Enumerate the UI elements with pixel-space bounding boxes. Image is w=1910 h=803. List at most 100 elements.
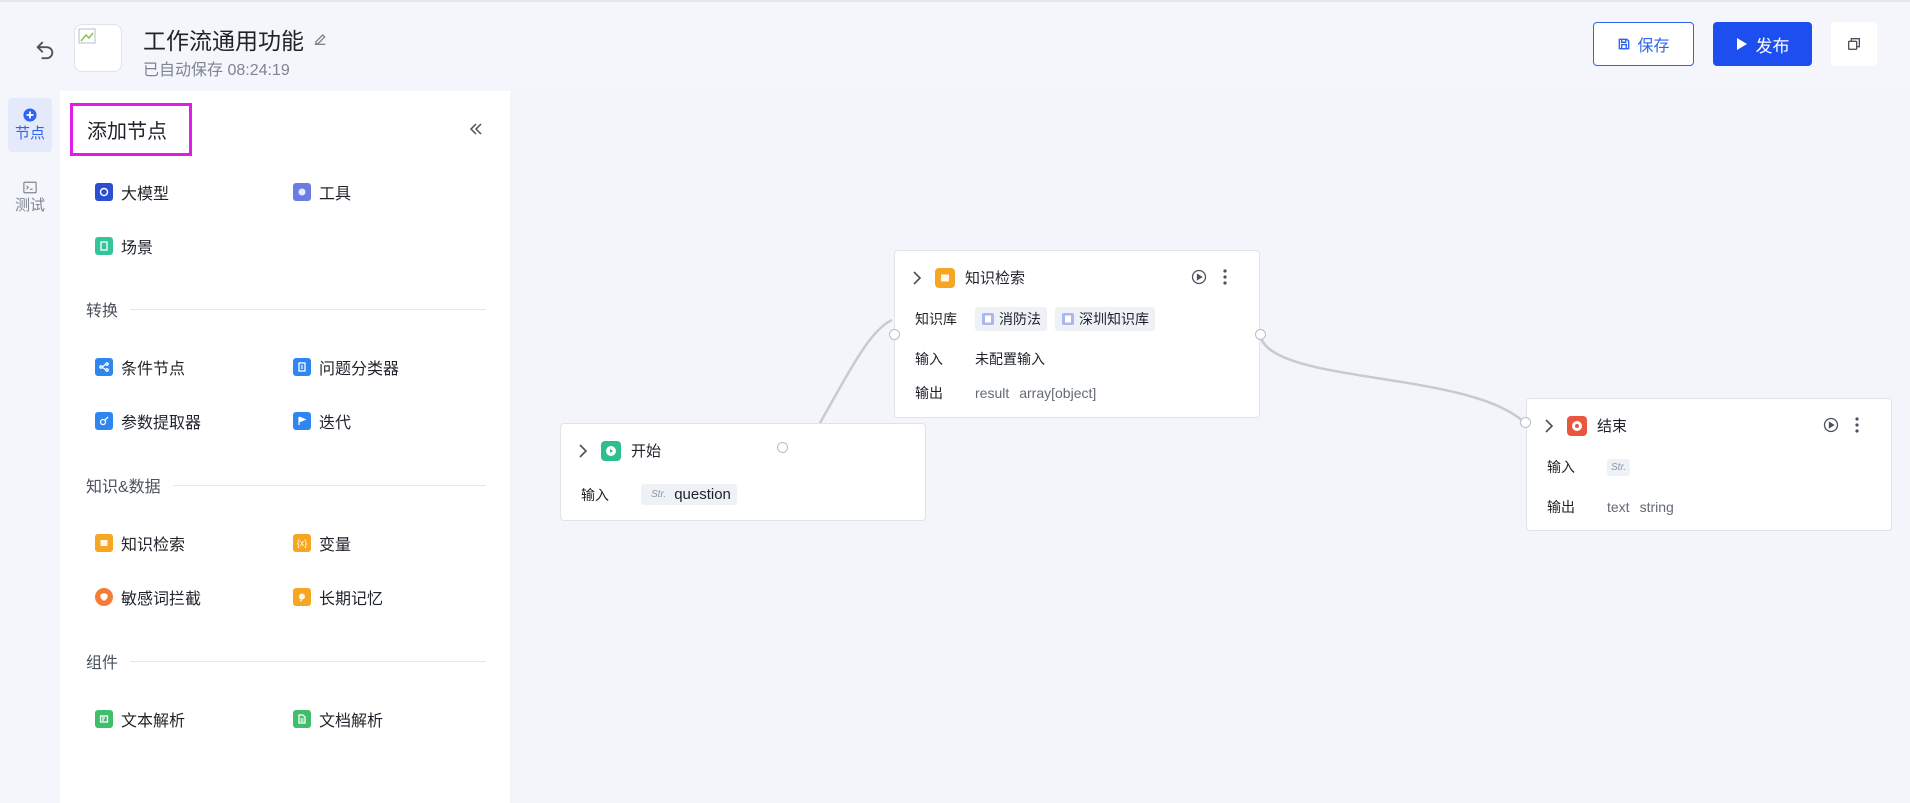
node-item-doc-parse[interactable]: 文档解析 <box>293 705 383 733</box>
node-item-label: 大模型 <box>121 186 170 203</box>
node-item-sensitive-words[interactable]: 敏感词拦截 <box>95 583 201 611</box>
start-output-port[interactable] <box>777 442 788 453</box>
output-type: string <box>1639 499 1674 515</box>
app-title: 工作流通用功能 <box>143 22 328 56</box>
type-badge: Str. <box>647 486 671 503</box>
node-header: 开始 <box>575 440 661 461</box>
kb-tag-label: 消防法 <box>999 311 1041 327</box>
copy-button[interactable] <box>1831 22 1877 66</box>
section-title-components: 组件 <box>86 649 486 673</box>
publish-button[interactable]: 发布 <box>1713 22 1812 66</box>
node-item-scene[interactable]: 场景 <box>95 232 153 260</box>
node-title: 开始 <box>631 443 662 460</box>
node-input-row: 输入 Str. <box>1547 457 1631 477</box>
broken-image-icon <box>78 28 96 44</box>
node-item-classifier[interactable]: 问题分类器 <box>293 353 399 381</box>
node-item-label: 问题分类器 <box>319 361 400 378</box>
collapse-panel-button[interactable] <box>464 117 488 141</box>
app-title-text: 工作流通用功能 <box>143 28 304 54</box>
node-item-label: 长期记忆 <box>319 591 384 608</box>
input-value: 未配置输入 <box>975 351 1045 367</box>
node-item-iteration[interactable]: 迭代 <box>293 407 351 435</box>
app-avatar[interactable] <box>74 24 122 72</box>
node-item-label: 条件节点 <box>121 361 186 378</box>
node-item-label: 知识检索 <box>121 537 186 554</box>
node-item-tool[interactable]: 工具 <box>293 178 351 206</box>
extractor-icon <box>95 412 113 430</box>
floppy-disk-icon <box>1619 38 1630 50</box>
text-parse-icon <box>95 710 113 728</box>
node-item-extractor[interactable]: 参数提取器 <box>95 407 201 435</box>
output-label: 输出 <box>915 385 943 401</box>
node-end[interactable]: 结束 输入 Str. 输出 text string <box>1526 398 1892 531</box>
node-item-text-parse[interactable]: 文本解析 <box>95 705 185 733</box>
section-title-text: 知识&数据 <box>86 479 161 496</box>
node-input-row: 输入 未配置输入 <box>915 349 1045 369</box>
node-output-row: 输出 result array[object] <box>915 383 1096 403</box>
rail-item-test-label: 测试 <box>14 197 45 214</box>
node-item-condition[interactable]: 条件节点 <box>95 353 185 381</box>
copy-icon <box>1848 38 1860 50</box>
node-item-llm[interactable]: 大模型 <box>95 178 169 206</box>
double-chevron-left-icon <box>469 123 482 135</box>
autosave-status: 已自动保存 08:24:19 <box>143 62 290 79</box>
node-item-label: 文本解析 <box>121 713 186 730</box>
node-kb-row: 知识库 消防法 深圳知识库 <box>915 307 1163 331</box>
node-item-label: 变量 <box>319 537 352 554</box>
knowledge-output-port[interactable] <box>1255 329 1266 340</box>
memory-icon <box>293 588 311 606</box>
node-title: 知识检索 <box>965 270 1026 287</box>
section-title-text: 组件 <box>86 655 119 672</box>
node-item-label: 参数提取器 <box>121 415 202 432</box>
kb-tag[interactable]: 消防法 <box>975 307 1047 331</box>
rail-item-nodes-label: 节点 <box>14 124 45 142</box>
section-divider <box>130 308 486 310</box>
expand-chevron-icon[interactable] <box>909 270 925 286</box>
edit-pencil-icon[interactable] <box>312 31 328 47</box>
input-label: 输入 <box>1547 459 1575 475</box>
panel-title: 添加节点 <box>70 103 192 156</box>
add-node-panel: 添加节点 大模型 工具 场景 转换 条件节点 问题分类器 参数提取器 迭代 知识… <box>60 91 510 803</box>
node-actions <box>1191 269 1227 285</box>
rail-item-test[interactable]: 测试 <box>8 171 52 225</box>
node-actions <box>1823 417 1859 433</box>
rail-item-nodes[interactable]: 节点 <box>8 98 52 152</box>
knowledge-input-port[interactable] <box>889 329 900 340</box>
output-label: 输出 <box>1547 499 1575 515</box>
node-item-label: 工具 <box>319 186 352 203</box>
input-label: 输入 <box>581 486 609 503</box>
back-button[interactable] <box>32 36 58 62</box>
flag-icon <box>293 412 311 430</box>
node-item-knowledge-retrieval[interactable]: 知识检索 <box>95 529 185 557</box>
node-knowledge-retrieval[interactable]: 知识检索 知识库 消防法 深圳知识库 输入 未配置输入 输出 result ar… <box>894 250 1260 418</box>
expand-chevron-icon[interactable] <box>1541 418 1557 434</box>
save-button[interactable]: 保存 <box>1593 22 1694 66</box>
input-variable-tag[interactable]: Str. question <box>641 484 737 505</box>
more-vertical-icon[interactable] <box>1855 417 1859 433</box>
node-item-variable[interactable]: {x} 变量 <box>293 529 351 557</box>
section-divider <box>130 660 486 662</box>
kb-tag[interactable]: 深圳知识库 <box>1055 307 1155 331</box>
save-button-label: 保存 <box>1637 38 1670 55</box>
branch-icon <box>95 358 113 376</box>
run-circle-icon[interactable] <box>1823 417 1839 433</box>
node-item-label: 文档解析 <box>319 713 384 730</box>
more-vertical-icon[interactable] <box>1223 269 1227 285</box>
database-icon <box>1062 313 1074 325</box>
llm-icon <box>95 183 113 201</box>
type-badge[interactable]: Str. <box>1607 458 1631 476</box>
top-bar: 工作流通用功能 已自动保存 08:24:19 保存 发布 <box>0 0 1910 91</box>
node-item-long-term-memory[interactable]: 长期记忆 <box>293 583 383 611</box>
doc-parse-icon <box>293 710 311 728</box>
kb-tag-label: 深圳知识库 <box>1079 311 1149 327</box>
input-label: 输入 <box>915 351 943 367</box>
run-circle-icon[interactable] <box>1191 269 1207 285</box>
undo-arrow-icon <box>36 41 54 60</box>
expand-chevron-icon[interactable] <box>575 443 591 459</box>
output-name: text <box>1607 499 1630 515</box>
book-icon <box>95 534 113 552</box>
kb-label: 知识库 <box>915 311 957 327</box>
node-start[interactable]: 开始 输入 Str. question <box>560 423 926 521</box>
end-input-port[interactable] <box>1520 417 1531 428</box>
play-circle-icon <box>601 440 621 461</box>
